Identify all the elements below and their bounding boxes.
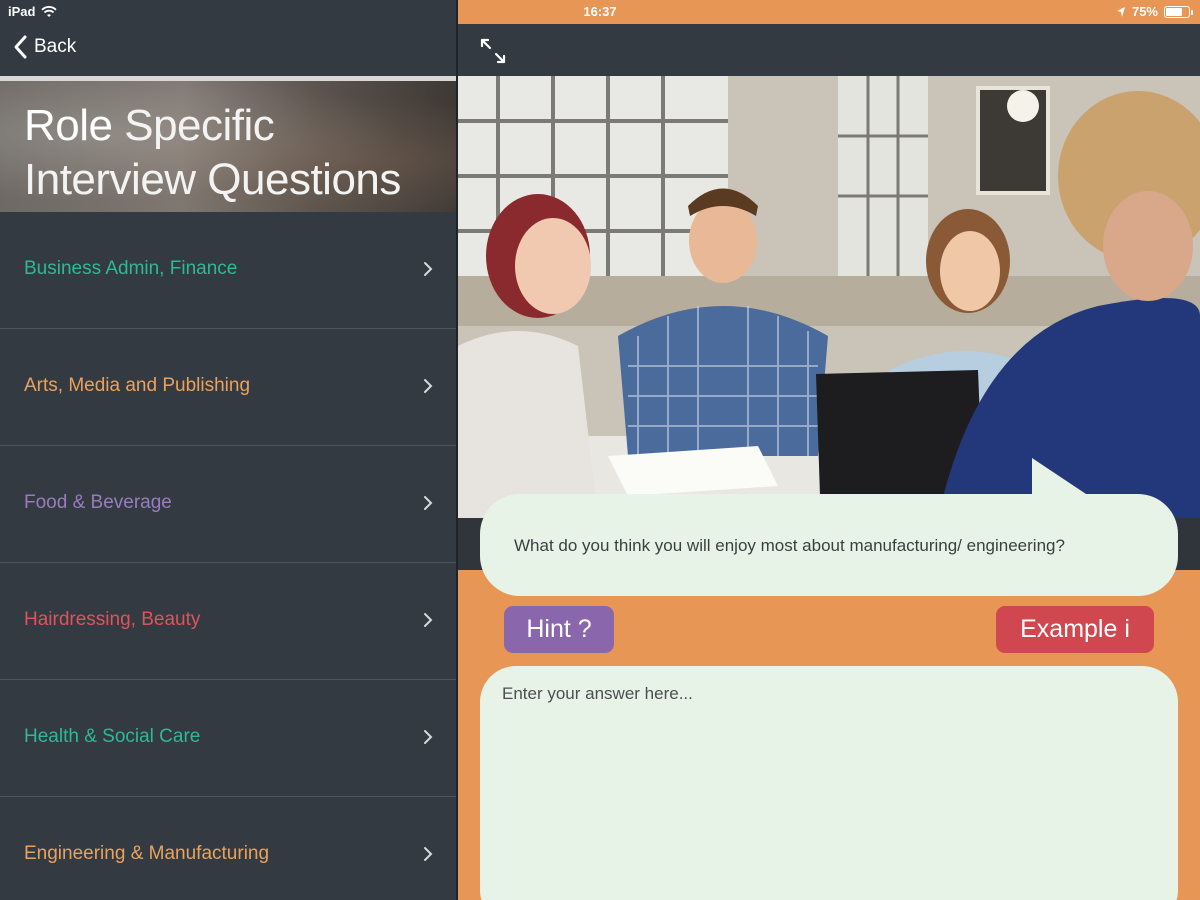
master-pane: Back Role Specific Interview Questions B… <box>0 0 456 900</box>
page-title: Role Specific Interview Questions <box>24 99 401 207</box>
category-list: Business Admin, Finance Arts, Media and … <box>0 212 456 900</box>
chevron-right-icon <box>424 262 433 276</box>
chevron-left-icon <box>14 35 27 59</box>
chevron-right-icon <box>424 379 433 393</box>
list-item-arts-media[interactable]: Arts, Media and Publishing <box>0 329 456 446</box>
expand-icon[interactable] <box>478 36 508 66</box>
status-bar: iPad 16:37 75% <box>0 0 1200 24</box>
list-item-engineering[interactable]: Engineering & Manufacturing <box>0 797 456 900</box>
battery-percent: 75% <box>1131 4 1158 19</box>
location-arrow-icon <box>1116 6 1125 17</box>
list-item-label: Business Admin, Finance <box>24 258 238 279</box>
list-item-label: Arts, Media and Publishing <box>24 375 251 396</box>
title-line2: Interview Questions <box>24 155 401 204</box>
example-button[interactable]: Example i <box>996 606 1154 653</box>
list-item-food-beverage[interactable]: Food & Beverage <box>0 446 456 563</box>
chevron-right-icon <box>424 847 433 861</box>
list-item-hairdressing[interactable]: Hairdressing, Beauty <box>0 563 456 680</box>
interview-photo <box>458 76 1200 518</box>
app-root: iPad 16:37 75% Back Role Specific Interv… <box>0 0 1200 900</box>
status-right: 75% <box>1116 4 1193 19</box>
chevron-right-icon <box>424 496 433 510</box>
status-time: 16:37 <box>583 4 617 19</box>
title-line1-rest: Specific <box>124 101 275 150</box>
chevron-right-icon <box>424 613 433 627</box>
list-item-label: Hairdressing, Beauty <box>24 609 201 630</box>
back-label: Back <box>34 36 77 57</box>
detail-pane: What do you think you will enjoy most ab… <box>458 0 1200 900</box>
battery-icon <box>1164 5 1193 18</box>
back-button[interactable]: Back <box>12 34 76 60</box>
list-item-business-admin[interactable]: Business Admin, Finance <box>0 212 456 329</box>
title-bold: Role <box>24 101 113 150</box>
detail-nav-bar <box>458 24 1200 76</box>
hint-button[interactable]: Hint ? <box>504 606 614 653</box>
list-item-label: Food & Beverage <box>24 492 172 513</box>
list-item-label: Health & Social Care <box>24 726 201 747</box>
master-nav-bar: Back <box>0 24 456 76</box>
list-item-label: Engineering & Manufacturing <box>24 843 270 864</box>
battery-fill <box>1166 7 1182 16</box>
question-text: What do you think you will enjoy most ab… <box>514 536 1065 555</box>
header-banner: Role Specific Interview Questions <box>0 76 456 212</box>
chevron-right-icon <box>424 730 433 744</box>
answer-input[interactable] <box>480 666 1178 900</box>
list-item-health-social[interactable]: Health & Social Care <box>0 680 456 797</box>
